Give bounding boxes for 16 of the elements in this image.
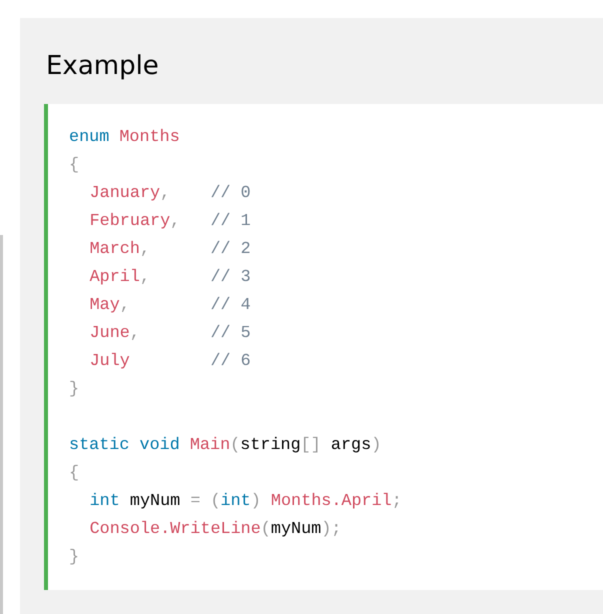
code-line: July // 6	[90, 351, 251, 373]
section-heading: Example	[46, 50, 159, 83]
code-line: static void Main(string[] args)	[69, 435, 382, 457]
code-line: }	[69, 547, 80, 569]
code-line: March, // 2	[90, 239, 251, 261]
code-line: January, // 0	[90, 183, 251, 205]
code-line: May, // 4	[90, 295, 251, 317]
code-line: int myNum = (int) Months.April;	[90, 491, 402, 513]
code-line: }	[69, 379, 80, 401]
code-line: April, // 3	[90, 267, 251, 289]
code-line: Console.WriteLine(myNum);	[90, 519, 342, 541]
code-line: {	[69, 463, 80, 485]
code-line: June, // 5	[90, 323, 251, 345]
code-line: enum Months	[69, 127, 180, 149]
code-line: {	[69, 155, 80, 177]
code-line: February, // 1	[90, 211, 251, 233]
